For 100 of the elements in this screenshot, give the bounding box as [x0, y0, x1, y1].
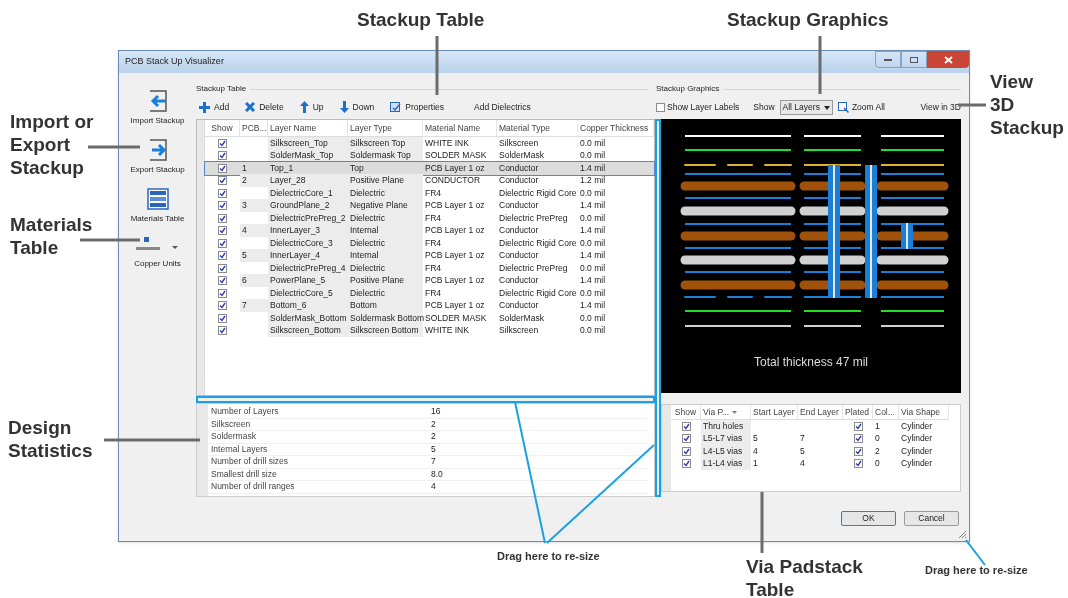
checkbox[interactable] — [853, 434, 863, 444]
toolbar-button[interactable]: Up — [299, 101, 324, 114]
table-cell: PCB Layer 1 oz — [425, 162, 485, 173]
delete-icon — [245, 102, 256, 113]
checkbox[interactable] — [218, 276, 227, 286]
checkbox[interactable] — [681, 446, 691, 456]
column-header[interactable]: Col... — [873, 405, 899, 419]
toolbar-button[interactable]: Down — [339, 101, 375, 114]
checkbox[interactable] — [218, 326, 227, 336]
checkbox[interactable] — [218, 238, 227, 248]
checkbox[interactable] — [218, 213, 227, 223]
column-header[interactable]: Show — [205, 120, 240, 136]
table-cell: Silkscreen Bottom — [350, 325, 419, 336]
column-header[interactable]: PCB... — [240, 120, 268, 136]
column-header[interactable]: Material Name — [423, 120, 497, 136]
table-row[interactable]: 7 Bottom_6 Bottom PCB Layer 1 oz Conductor 1.4 mil — [205, 299, 654, 312]
checkbox[interactable] — [218, 176, 227, 186]
layers-dropdown[interactable]: All Layers — [779, 100, 833, 115]
checkbox[interactable] — [218, 151, 227, 161]
table-cell: 4 — [242, 225, 247, 236]
toolbar-button[interactable]: Export Stackup — [127, 138, 188, 175]
resize-grip-icon[interactable] — [958, 530, 967, 539]
resize-splitter[interactable] — [196, 396, 655, 403]
close-icon[interactable] — [927, 51, 969, 68]
sort-caret-icon — [732, 410, 738, 414]
table-cell: Silkscreen_Bottom — [270, 325, 341, 336]
table-row[interactable]: 1 Top_1 Top PCB Layer 1 oz Conductor 1.4 mil — [205, 162, 654, 175]
checkbox[interactable] — [853, 459, 863, 469]
toolbar-button[interactable]: Properties — [390, 101, 445, 114]
toolbar-button[interactable]: Add Dielectrics — [474, 101, 531, 114]
callout-label: View 3D Stackup — [990, 70, 1064, 139]
checkbox[interactable] — [853, 421, 863, 431]
checkbox[interactable] — [681, 434, 691, 444]
checkbox[interactable] — [681, 459, 691, 469]
resize-splitter[interactable] — [655, 119, 661, 497]
column-header[interactable]: Show — [671, 405, 701, 419]
table-cell: 1 — [753, 458, 758, 469]
checkbox[interactable] — [218, 138, 227, 148]
toolbar-button[interactable]: Copper Units — [127, 236, 188, 269]
leader-line — [88, 145, 140, 149]
table-cell: 0.0 mil — [580, 150, 606, 161]
table-row[interactable]: DielectricPrePreg_4 Dielectric FR4 Dielectric PrePreg 0.0 mil — [205, 262, 654, 275]
column-header[interactable]: End Layer — [798, 405, 843, 419]
table-cell: 7 — [431, 456, 436, 467]
table-cell: 8.0 — [431, 468, 443, 479]
checkbox[interactable] — [681, 421, 691, 431]
callout-label: Stackup Table — [357, 8, 485, 31]
checkbox[interactable] — [218, 163, 227, 173]
table-cell: 0.0 mil — [580, 237, 606, 248]
minimize-icon[interactable] — [875, 51, 901, 68]
table-cell: Bottom — [350, 300, 377, 311]
checkbox[interactable] — [218, 263, 227, 273]
column-header[interactable]: Copper Thickness — [578, 120, 654, 136]
zoom-all-button[interactable]: Zoom All — [837, 101, 885, 114]
table-cell: Dielectric — [350, 212, 385, 223]
table-cell: FR4 — [425, 187, 442, 198]
table-row[interactable]: 3 GroundPlane_2 Negative Plane PCB Layer 1 oz Conductor 1.4 mil — [205, 199, 654, 212]
table-row[interactable]: 2 Layer_28 Positive Plane CONDUCTOR Conductor 1.2 mil — [205, 174, 654, 187]
checkbox[interactable] — [218, 188, 227, 198]
table-row[interactable]: DielectricPrePreg_2 Dielectric FR4 Dielectric PrePreg 0.0 mil — [205, 212, 654, 225]
checkbox[interactable] — [218, 301, 227, 311]
column-header[interactable]: Start Layer — [751, 405, 798, 419]
column-header[interactable]: Material Type — [497, 120, 578, 136]
checkbox[interactable] — [656, 103, 665, 112]
table-row[interactable]: 6 PowerPlane_5 Positive Plane PCB Layer 1 oz Conductor 1.4 mil — [205, 274, 654, 287]
column-header[interactable]: Plated — [843, 405, 873, 419]
table-row[interactable]: 4 InnerLayer_3 Internal PCB Layer 1 oz Conductor 1.4 mil — [205, 224, 654, 237]
table-cell: Smallest drill size — [211, 468, 277, 479]
toolbar-button[interactable]: Import Stackup — [127, 89, 188, 126]
table-cell: InnerLayer_4 — [270, 250, 321, 261]
table-row[interactable]: DielectricCore_1 Dielectric FR4 Dielectric Rigid Core 0.0 mil — [205, 187, 654, 200]
dialog-button[interactable]: Cancel — [904, 511, 959, 526]
toolbar-button[interactable]: Add — [199, 101, 230, 114]
table-cell: Thru holes — [703, 420, 744, 431]
table-cell: DielectricCore_3 — [270, 237, 333, 248]
toolbar-button[interactable]: Delete — [245, 101, 284, 114]
checkbox[interactable] — [853, 446, 863, 456]
table-row[interactable]: DielectricCore_5 Dielectric FR4 Dielectric Rigid Core 0.0 mil — [205, 287, 654, 300]
column-header[interactable]: Via P... — [701, 405, 751, 419]
table-row[interactable]: 5 InnerLayer_4 Internal PCB Layer 1 oz Conductor 1.4 mil — [205, 249, 654, 262]
checkbox[interactable] — [218, 201, 227, 211]
column-header[interactable]: Layer Type — [348, 120, 423, 136]
checkbox[interactable] — [218, 226, 227, 236]
column-header[interactable]: Layer Name — [268, 120, 348, 136]
table-row[interactable]: SolderMask_Bottom Soldermask BottomSOLDER MASK SolderMask 0.0 mil — [205, 312, 654, 325]
maximize-icon[interactable] — [901, 51, 927, 68]
column-header[interactable]: Via Shape — [899, 405, 949, 419]
dialog-button[interactable]: OK — [841, 511, 896, 526]
toolbar-button[interactable]: Materials Table — [127, 187, 188, 224]
table-cell: SOLDER MASK — [425, 150, 487, 161]
table-cell: Positive Plane — [350, 275, 404, 286]
arrow-down-icon — [339, 101, 349, 114]
table-row[interactable]: DielectricCore_3 Dielectric FR4 Dielectric Rigid Core 0.0 mil — [205, 237, 654, 250]
checkbox[interactable] — [218, 313, 227, 323]
checkbox[interactable] — [218, 251, 227, 261]
table-row[interactable]: Silkscreen_Top Silkscreen Top WHITE INK Silkscreen 0.0 mil — [205, 137, 654, 150]
table-cell: Silkscreen — [499, 325, 539, 336]
table-cell: Conductor — [499, 175, 539, 186]
checkbox[interactable] — [218, 288, 227, 298]
table-row[interactable]: Silkscreen_Bottom Silkscreen Bottom WHITE INK Silkscreen 0.0 mil — [205, 324, 654, 337]
